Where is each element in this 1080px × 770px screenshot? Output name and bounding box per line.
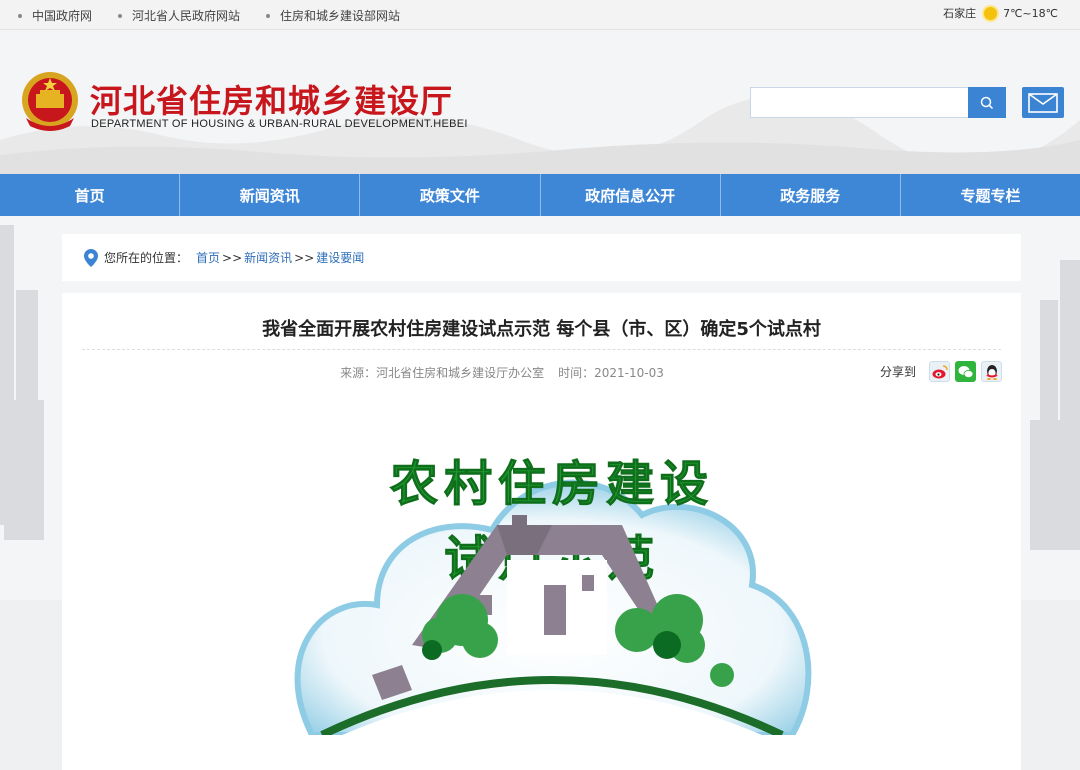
toplink-label[interactable]: 住房和城乡建设部网站 <box>280 7 400 24</box>
title-divider <box>82 349 1001 350</box>
search-button[interactable] <box>968 87 1006 118</box>
breadcrumb-separator: >> <box>222 250 243 265</box>
toplink-gov-cn[interactable]: 中国政府网 <box>18 7 92 24</box>
qq-icon <box>986 364 998 380</box>
weather-city: 石家庄 <box>943 7 977 20</box>
national-emblem-icon <box>22 72 78 131</box>
weibo-share-button[interactable] <box>929 361 951 382</box>
mail-icon <box>1028 92 1058 113</box>
breadcrumb-news[interactable]: 新闻资讯 <box>244 249 292 266</box>
toplink-label[interactable]: 中国政府网 <box>32 7 92 24</box>
nav-services[interactable]: 政务服务 <box>721 174 901 216</box>
share-bar: 分享到 <box>880 361 1003 382</box>
qq-share-button[interactable] <box>981 361 1003 382</box>
bullet-icon <box>18 13 22 18</box>
nav-topics[interactable]: 专题专栏 <box>901 174 1080 216</box>
article-title: 我省全面开展农村住房建设试点示范 每个县（市、区）确定5个试点村 <box>262 319 821 340</box>
bullet-icon <box>118 13 123 18</box>
breadcrumb: 您所在的位置： 首页 >> 新闻资讯 >> 建设要闻 <box>62 234 1021 281</box>
weibo-icon <box>932 364 948 378</box>
site-title-en: DEPARTMENT OF HOUSING & URBAN-RURAL DEVE… <box>91 118 468 130</box>
article-panel: 我省全面开展农村住房建设试点示范 每个县（市、区）确定5个试点村 来源：河北省住… <box>62 293 1021 770</box>
top-links: 中国政府网 河北省人民政府网站 住房和城乡建设部网站 <box>18 7 426 24</box>
bullet-icon <box>266 13 271 18</box>
search-icon <box>980 96 994 109</box>
breadcrumb-label: 您所在的位置： <box>104 251 189 265</box>
toplink-label[interactable]: 河北省人民政府网站 <box>132 7 240 24</box>
weather-temp: 7℃~18℃ <box>1003 6 1058 20</box>
breadcrumb-separator: >> <box>294 250 315 265</box>
sun-icon <box>984 6 998 20</box>
article-date: 时间：2021-10-03 <box>558 366 664 380</box>
hero-illustration: 农村住房建设 试点示范 <box>294 456 812 735</box>
article-meta: 来源：河北省住房和城乡建设厅办公室 时间：2021-10-03 <box>62 364 942 381</box>
weather-widget: 石家庄 7℃~18℃ <box>943 5 1058 21</box>
toplink-mohurd[interactable]: 住房和城乡建设部网站 <box>266 7 400 24</box>
search-input[interactable] <box>750 87 970 118</box>
site-title-cn[interactable]: 河北省住房和城乡建设厅 <box>90 76 453 122</box>
breadcrumb-construction-news[interactable]: 建设要闻 <box>316 249 364 266</box>
nav-gov-info[interactable]: 政府信息公开 <box>541 174 721 216</box>
site-header: 河北省住房和城乡建设厅 DEPARTMENT OF HOUSING & URBA… <box>0 30 1080 175</box>
hero-line-1: 农村住房建设 <box>390 456 714 512</box>
main-nav: 首页 新闻资讯 政策文件 政府信息公开 政务服务 专题专栏 <box>0 174 1080 216</box>
breadcrumb-home[interactable]: 首页 <box>196 249 220 266</box>
nav-policy[interactable]: 政策文件 <box>360 174 541 216</box>
toplink-hebei-gov[interactable]: 河北省人民政府网站 <box>118 7 240 24</box>
article-source: 来源：河北省住房和城乡建设厅办公室 <box>340 366 545 380</box>
nav-home[interactable]: 首页 <box>0 174 181 216</box>
nav-news[interactable]: 新闻资讯 <box>180 174 361 216</box>
mail-button[interactable] <box>1022 87 1064 118</box>
share-label: 分享到 <box>880 365 917 379</box>
wechat-icon <box>958 365 973 378</box>
wechat-share-button[interactable] <box>955 361 977 382</box>
top-bar: 中国政府网 河北省人民政府网站 住房和城乡建设部网站 石家庄 7℃~18℃ <box>0 0 1080 30</box>
location-pin-icon <box>84 248 98 267</box>
